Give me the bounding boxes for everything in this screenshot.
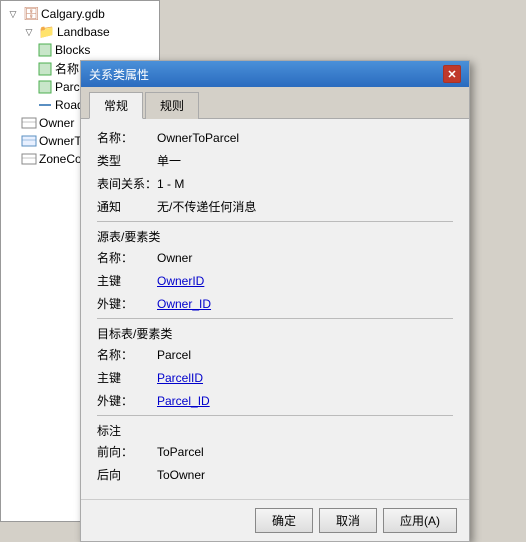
layer-icon-blocks [37,42,53,58]
field-row-name: 名称： OwnerToParcel [97,129,453,146]
notify-label: 通知 [97,198,157,215]
close-button[interactable]: ✕ [443,65,461,83]
tree-item-blocks[interactable]: Blocks [37,41,155,59]
forward-label: 前向： [97,443,157,460]
divider-3 [97,415,453,416]
tree-item-root[interactable]: ▽ 🗄 Calgary.gdb [5,5,155,23]
field-row-forward: 前向： ToParcel [97,443,453,460]
dest-name-value: Parcel [157,348,191,362]
source-section-header: 源表/要素类 [97,228,453,245]
field-row-type: 类型 单一 [97,152,453,169]
field-row-src-fk: 外键： Owner_ID [97,295,453,312]
forward-value: ToParcel [157,445,204,459]
src-name-label: 名称： [97,249,157,266]
field-row-dest-fk: 外键： Parcel_ID [97,392,453,409]
field-row-dest-pk: 主键 ParcelID [97,369,453,386]
relation-icon-ownertoparcel [21,133,37,149]
layer-icon-parcels [37,79,53,95]
dialog-content: 名称： OwnerToParcel 类型 单一 表间关系： 1 - M 通知 无… [81,119,469,499]
divider-1 [97,221,453,222]
dest-pk-label: 主键 [97,369,157,386]
divider-2 [97,318,453,319]
src-pk-label: 主键 [97,272,157,289]
backward-label: 后向 [97,466,157,483]
relation-label: 表间关系： [97,175,157,192]
table-icon-zonecodedesc [21,151,37,167]
notify-value: 无/不传递任何消息 [157,198,256,215]
src-fk-value[interactable]: Owner_ID [157,297,211,311]
tab-rules[interactable]: 规则 [145,92,199,119]
dialog-button-bar: 确定 取消 应用(A) [81,499,469,541]
backward-value: ToOwner [157,468,205,482]
field-row-dest-name: 名称： Parcel [97,346,453,363]
layer-icon-road [37,97,53,113]
name-label: 名称： [97,129,157,146]
tree-label-landbase: Landbase [57,25,110,39]
dest-pk-value[interactable]: ParcelID [157,371,203,385]
dest-section-header: 目标表/要素类 [97,325,453,342]
layer-icon-building [37,61,53,77]
label-section-header: 标注 [97,422,453,439]
tree-label-root: Calgary.gdb [41,7,105,21]
field-row-src-name: 名称： Owner [97,249,453,266]
src-name-value: Owner [157,251,192,265]
dest-fk-value[interactable]: Parcel_ID [157,394,210,408]
apply-button[interactable]: 应用(A) [383,508,457,533]
dialog-tabs: 常规 规则 [81,87,469,119]
dialog-titlebar: 关系类属性 ✕ [81,61,469,87]
src-fk-label: 外键： [97,295,157,312]
table-icon-owner [21,115,37,131]
tree-label-owner: Owner [39,116,74,130]
field-row-notify: 通知 无/不传递任何消息 [97,198,453,215]
folder-icon-landbase: 📁 [39,24,55,40]
relation-value: 1 - M [157,177,184,191]
src-pk-value[interactable]: OwnerID [157,274,204,288]
tree-item-landbase[interactable]: ▽ 📁 Landbase [21,23,155,41]
dest-name-label: 名称： [97,346,157,363]
tree-label-blocks: Blocks [55,43,90,57]
cancel-button[interactable]: 取消 [319,508,377,533]
tab-general[interactable]: 常规 [89,92,143,119]
ok-button[interactable]: 确定 [255,508,313,533]
field-row-relation: 表间关系： 1 - M [97,175,453,192]
relationship-dialog: 关系类属性 ✕ 常规 规则 名称： OwnerToParcel 类型 单一 表间… [80,60,470,542]
dest-fk-label: 外键： [97,392,157,409]
expand-icon: ▽ [5,6,21,22]
field-row-src-pk: 主键 OwnerID [97,272,453,289]
field-row-backward: 后向 ToOwner [97,466,453,483]
dialog-title: 关系类属性 [89,66,149,83]
db-icon: 🗄 [23,6,39,22]
type-label: 类型 [97,152,157,169]
expand-icon-landbase: ▽ [21,24,37,40]
name-value: OwnerToParcel [157,131,239,145]
type-value: 单一 [157,152,181,169]
